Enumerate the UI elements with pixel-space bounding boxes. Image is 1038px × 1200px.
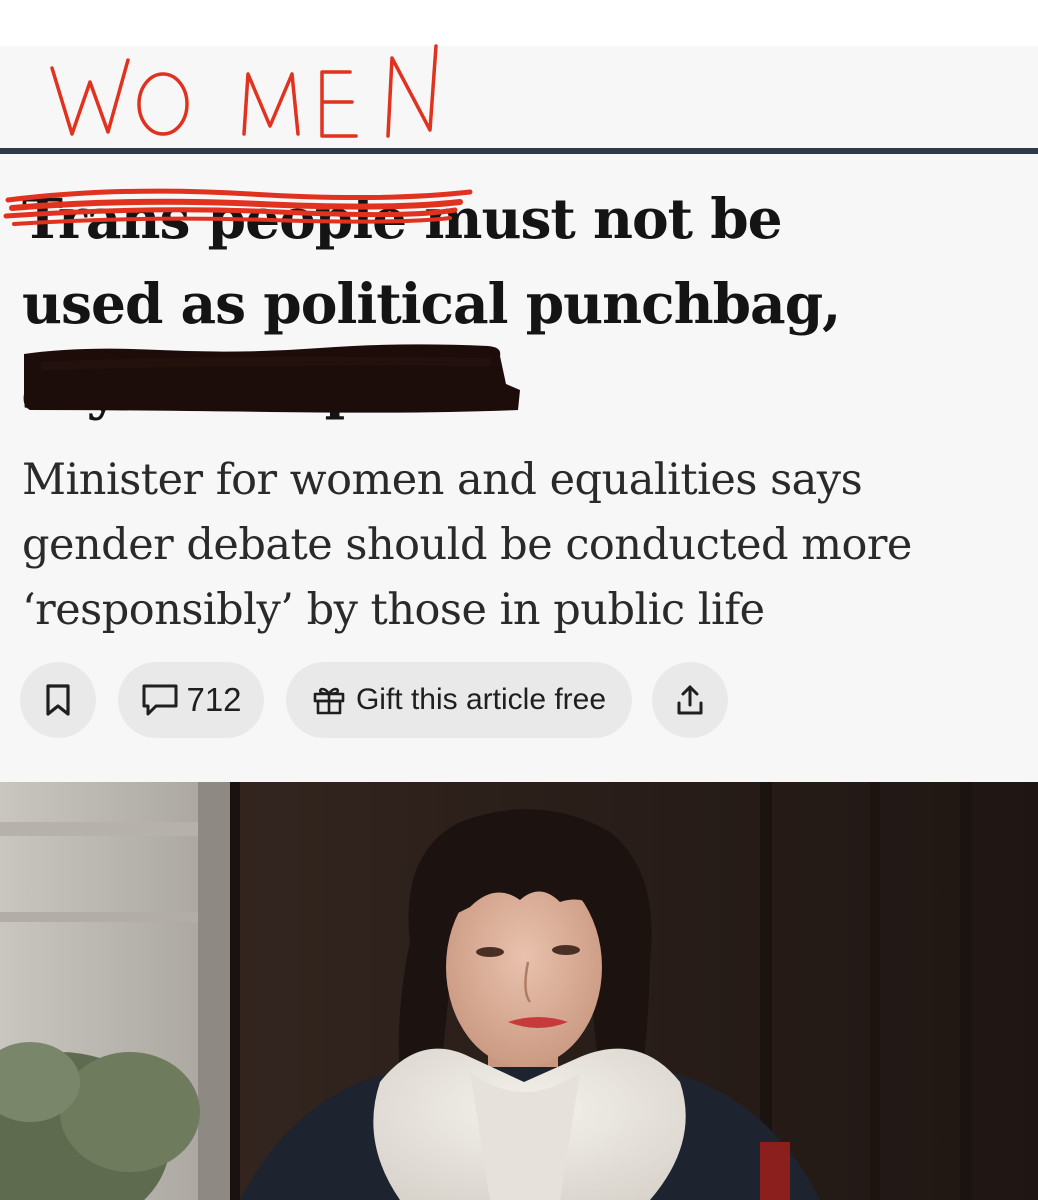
comments-button[interactable]: 712	[118, 662, 264, 738]
comment-count: 712	[186, 681, 242, 718]
article-actions: 712 Gift this article free	[20, 662, 728, 738]
comment-icon	[142, 684, 178, 716]
header-rule	[0, 148, 1038, 154]
gift-icon	[313, 687, 345, 715]
article-photo	[0, 782, 1038, 1200]
share-icon	[677, 685, 703, 715]
bookmark-icon	[46, 684, 70, 716]
annotation-letter-e	[320, 70, 358, 138]
annotation-letter-m	[242, 72, 300, 136]
headline-line-2: used as political punchbag,	[22, 271, 841, 336]
handwritten-annotation	[50, 44, 438, 138]
annotation-letter-o	[137, 72, 189, 136]
article-standfirst: Minister for women and equalities says g…	[22, 455, 912, 635]
annotation-letter-n	[386, 44, 438, 138]
article-screenshot: Trans people must not be used as politic…	[0, 0, 1038, 1200]
annotation-letter-w	[50, 58, 130, 136]
gift-label: Gift this article free	[355, 683, 607, 716]
red-strikethrough	[3, 188, 473, 226]
bookmark-button[interactable]	[20, 662, 96, 738]
black-redaction	[23, 344, 520, 413]
gift-article-button[interactable]: Gift this article free	[286, 662, 632, 738]
share-button[interactable]	[652, 662, 728, 738]
